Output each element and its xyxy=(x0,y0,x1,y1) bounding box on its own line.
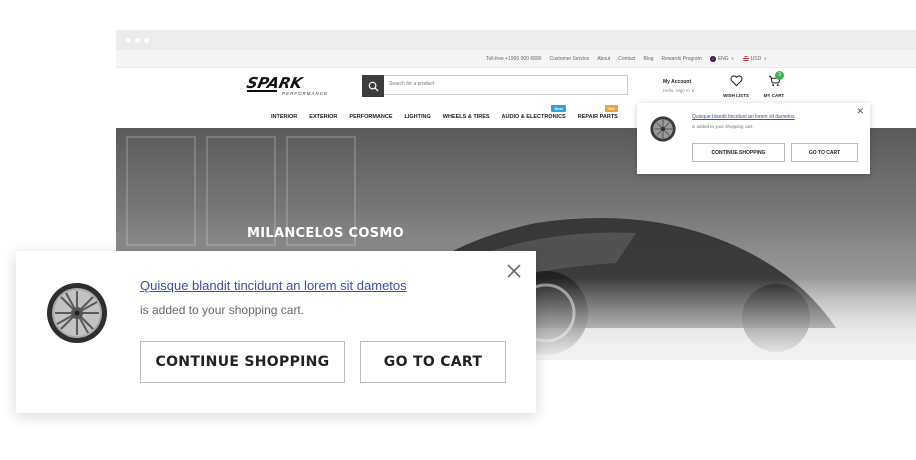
about-link[interactable]: About xyxy=(597,56,610,62)
wheel-icon xyxy=(47,283,107,343)
currency-label: USD xyxy=(750,55,762,62)
window-dot xyxy=(144,38,149,43)
nav-item-audio-electronics[interactable]: AUDIO & ELECTRONICS New xyxy=(501,105,566,120)
nav-item-lighting[interactable]: LIGHTING xyxy=(405,114,431,120)
nav-item-interior[interactable]: INTERIOR xyxy=(271,114,297,120)
wishlist-link[interactable]: WISH LISTS xyxy=(720,74,752,98)
browser-chrome xyxy=(116,30,916,50)
go-to-cart-button[interactable]: GO TO CART xyxy=(360,341,506,383)
continue-shopping-button[interactable]: CONTINUE SHOPPING xyxy=(692,143,785,162)
search-box xyxy=(382,75,628,95)
nav-item-wheels-tires[interactable]: WHEELS & TIRES xyxy=(443,114,490,120)
go-to-cart-button[interactable]: GO TO CART xyxy=(791,143,858,162)
site-header: SPARK PERFORMANCE My Account Hello, Sign… xyxy=(116,68,916,106)
logo-swoosh xyxy=(247,90,277,92)
sign-in-label: Hello, Sign In xyxy=(663,88,690,93)
language-label: ENG xyxy=(717,55,729,62)
wishlist-label: WISH LISTS xyxy=(723,93,749,98)
contact-link[interactable]: Contact xyxy=(618,56,635,62)
blog-link[interactable]: Blog xyxy=(644,56,654,62)
window-dot xyxy=(126,38,131,43)
currency-select[interactable]: USD ▼ xyxy=(742,55,768,62)
account-menu[interactable]: My Account Hello, Sign In ▼ xyxy=(663,79,695,93)
nav-item-repair-parts[interactable]: REPAIR PARTS Hot xyxy=(577,105,618,120)
wheel-icon xyxy=(650,116,676,142)
logo-subtitle: PERFORMANCE xyxy=(282,91,329,96)
account-subtitle: Hello, Sign In ▼ xyxy=(663,88,695,93)
hot-badge: Hot xyxy=(605,105,618,112)
mini-cart-popup: ✕ Quisque blandit tincidunt an lorem sit… xyxy=(637,103,870,174)
cart-link[interactable]: 3 MY CART xyxy=(761,71,787,98)
cart-popup: Quisque blandit tincidunt an lorem sit d… xyxy=(16,251,536,413)
uk-flag-icon xyxy=(709,55,716,62)
product-link[interactable]: Quisque blandit tincidunt an lorem sit d… xyxy=(692,114,795,120)
close-icon[interactable]: ✕ xyxy=(856,106,864,117)
customer-service-link[interactable]: Customer Service xyxy=(549,56,589,62)
search-icon xyxy=(368,81,379,92)
window-dot xyxy=(135,38,140,43)
chevron-down-icon: ▼ xyxy=(763,56,768,61)
close-icon[interactable] xyxy=(506,263,522,279)
chevron-down-icon: ▼ xyxy=(691,88,695,93)
product-link[interactable]: Quisque blandit tincidunt an lorem sit d… xyxy=(140,278,407,293)
heart-icon xyxy=(729,75,743,87)
nav-label: REPAIR PARTS xyxy=(577,114,618,120)
search-button[interactable] xyxy=(362,75,384,97)
top-links: Toll-free +1900 000 6890 Customer Servic… xyxy=(486,50,767,67)
cart-count-badge: 3 xyxy=(775,71,784,80)
nav-item-performance[interactable]: PERFORMANCE xyxy=(349,114,392,120)
site-logo[interactable]: SPARK PERFORMANCE xyxy=(245,74,339,100)
us-flag-icon xyxy=(742,55,749,62)
added-message: is added to your shopping cart. xyxy=(692,124,754,129)
nav-label: AUDIO & ELECTRONICS xyxy=(501,114,566,120)
added-message: is added to your shopping cart. xyxy=(140,303,305,317)
language-select[interactable]: ENG ▼ xyxy=(709,55,735,62)
chevron-down-icon: ▼ xyxy=(730,56,735,61)
continue-shopping-button[interactable]: CONTINUE SHOPPING xyxy=(140,341,345,383)
nav-item-exterior[interactable]: EXTERIOR xyxy=(309,114,337,120)
toll-free-phone[interactable]: Toll-free +1900 000 6890 xyxy=(486,56,541,62)
new-badge: New xyxy=(551,105,566,112)
account-title: My Account xyxy=(663,79,692,85)
cart-label: MY CART xyxy=(763,93,785,98)
top-bar: Toll-free +1900 000 6890 Customer Servic… xyxy=(116,50,916,68)
search-input[interactable] xyxy=(389,81,589,87)
rewards-program-link[interactable]: Rewards Program xyxy=(662,56,702,62)
hero-title: MILANCELOS COSMO xyxy=(247,226,404,241)
